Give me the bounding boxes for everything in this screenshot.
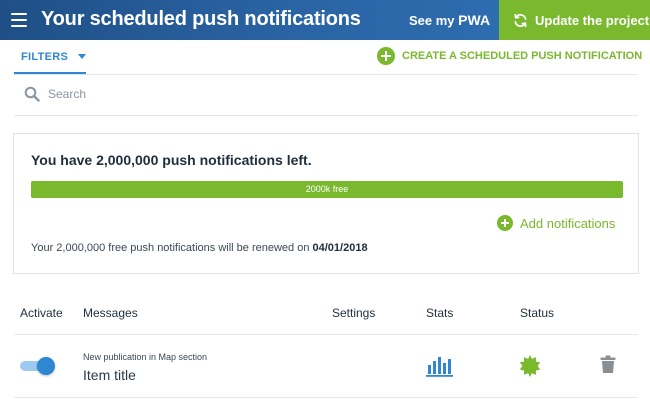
add-notifications-button[interactable]: Add notifications (497, 215, 615, 231)
app-header: Your scheduled push notifications See my… (0, 0, 650, 40)
add-notifications-label: Add notifications (520, 215, 616, 231)
quota-title: You have 2,000,000 push notifications le… (31, 152, 312, 168)
bar-chart-icon[interactable] (426, 355, 453, 377)
divider (14, 334, 638, 335)
trash-icon[interactable] (600, 355, 616, 374)
toggle-knob (37, 357, 55, 375)
filters-dropdown[interactable]: FILTERS (14, 41, 87, 74)
search-input[interactable] (48, 83, 628, 105)
see-my-pwa-link[interactable]: See my PWA (409, 12, 490, 28)
divider (14, 115, 638, 116)
see-pwa-prefix: See my (409, 13, 455, 28)
column-header-status: Status (520, 306, 555, 320)
hamburger-menu-icon[interactable] (11, 13, 27, 27)
renewal-note: Your 2,000,000 free push notifications w… (31, 242, 368, 254)
create-scheduled-push-label: CREATE A SCHEDULED PUSH NOTIFICATION (402, 50, 643, 62)
divider (14, 397, 638, 398)
column-header-messages: Messages (83, 306, 138, 320)
filters-label: FILTERS (21, 50, 69, 63)
plus-circle-icon (377, 47, 395, 65)
divider (14, 74, 638, 75)
chevron-down-icon (78, 54, 87, 59)
create-scheduled-push-button[interactable]: CREATE A SCHEDULED PUSH NOTIFICATION (377, 47, 642, 65)
status-badge-icon (519, 355, 541, 377)
renewal-date: 04/01/2018 (312, 242, 368, 254)
column-header-activate: Activate (20, 306, 63, 320)
message-title: Item title (83, 367, 136, 383)
message-subtitle: New publication in Map section (83, 352, 208, 362)
column-header-settings: Settings (332, 306, 376, 320)
column-header-stats: Stats (426, 306, 454, 320)
renewal-text: Your 2,000,000 free push notifications w… (31, 242, 310, 254)
activate-toggle[interactable] (20, 357, 55, 375)
update-project-button[interactable]: Update the project (499, 0, 650, 40)
push-quota-card: You have 2,000,000 push notifications le… (13, 133, 639, 274)
see-pwa-strong: PWA (458, 12, 491, 28)
update-project-label: Update the project (535, 12, 650, 28)
page-title: Your scheduled push notifications (41, 8, 361, 30)
search-icon (24, 86, 40, 102)
plus-circle-icon (497, 215, 513, 231)
quota-progress-label: 2000k free (305, 184, 349, 194)
refresh-icon (514, 13, 527, 27)
quota-progress-bar: 2000k free (31, 181, 623, 198)
